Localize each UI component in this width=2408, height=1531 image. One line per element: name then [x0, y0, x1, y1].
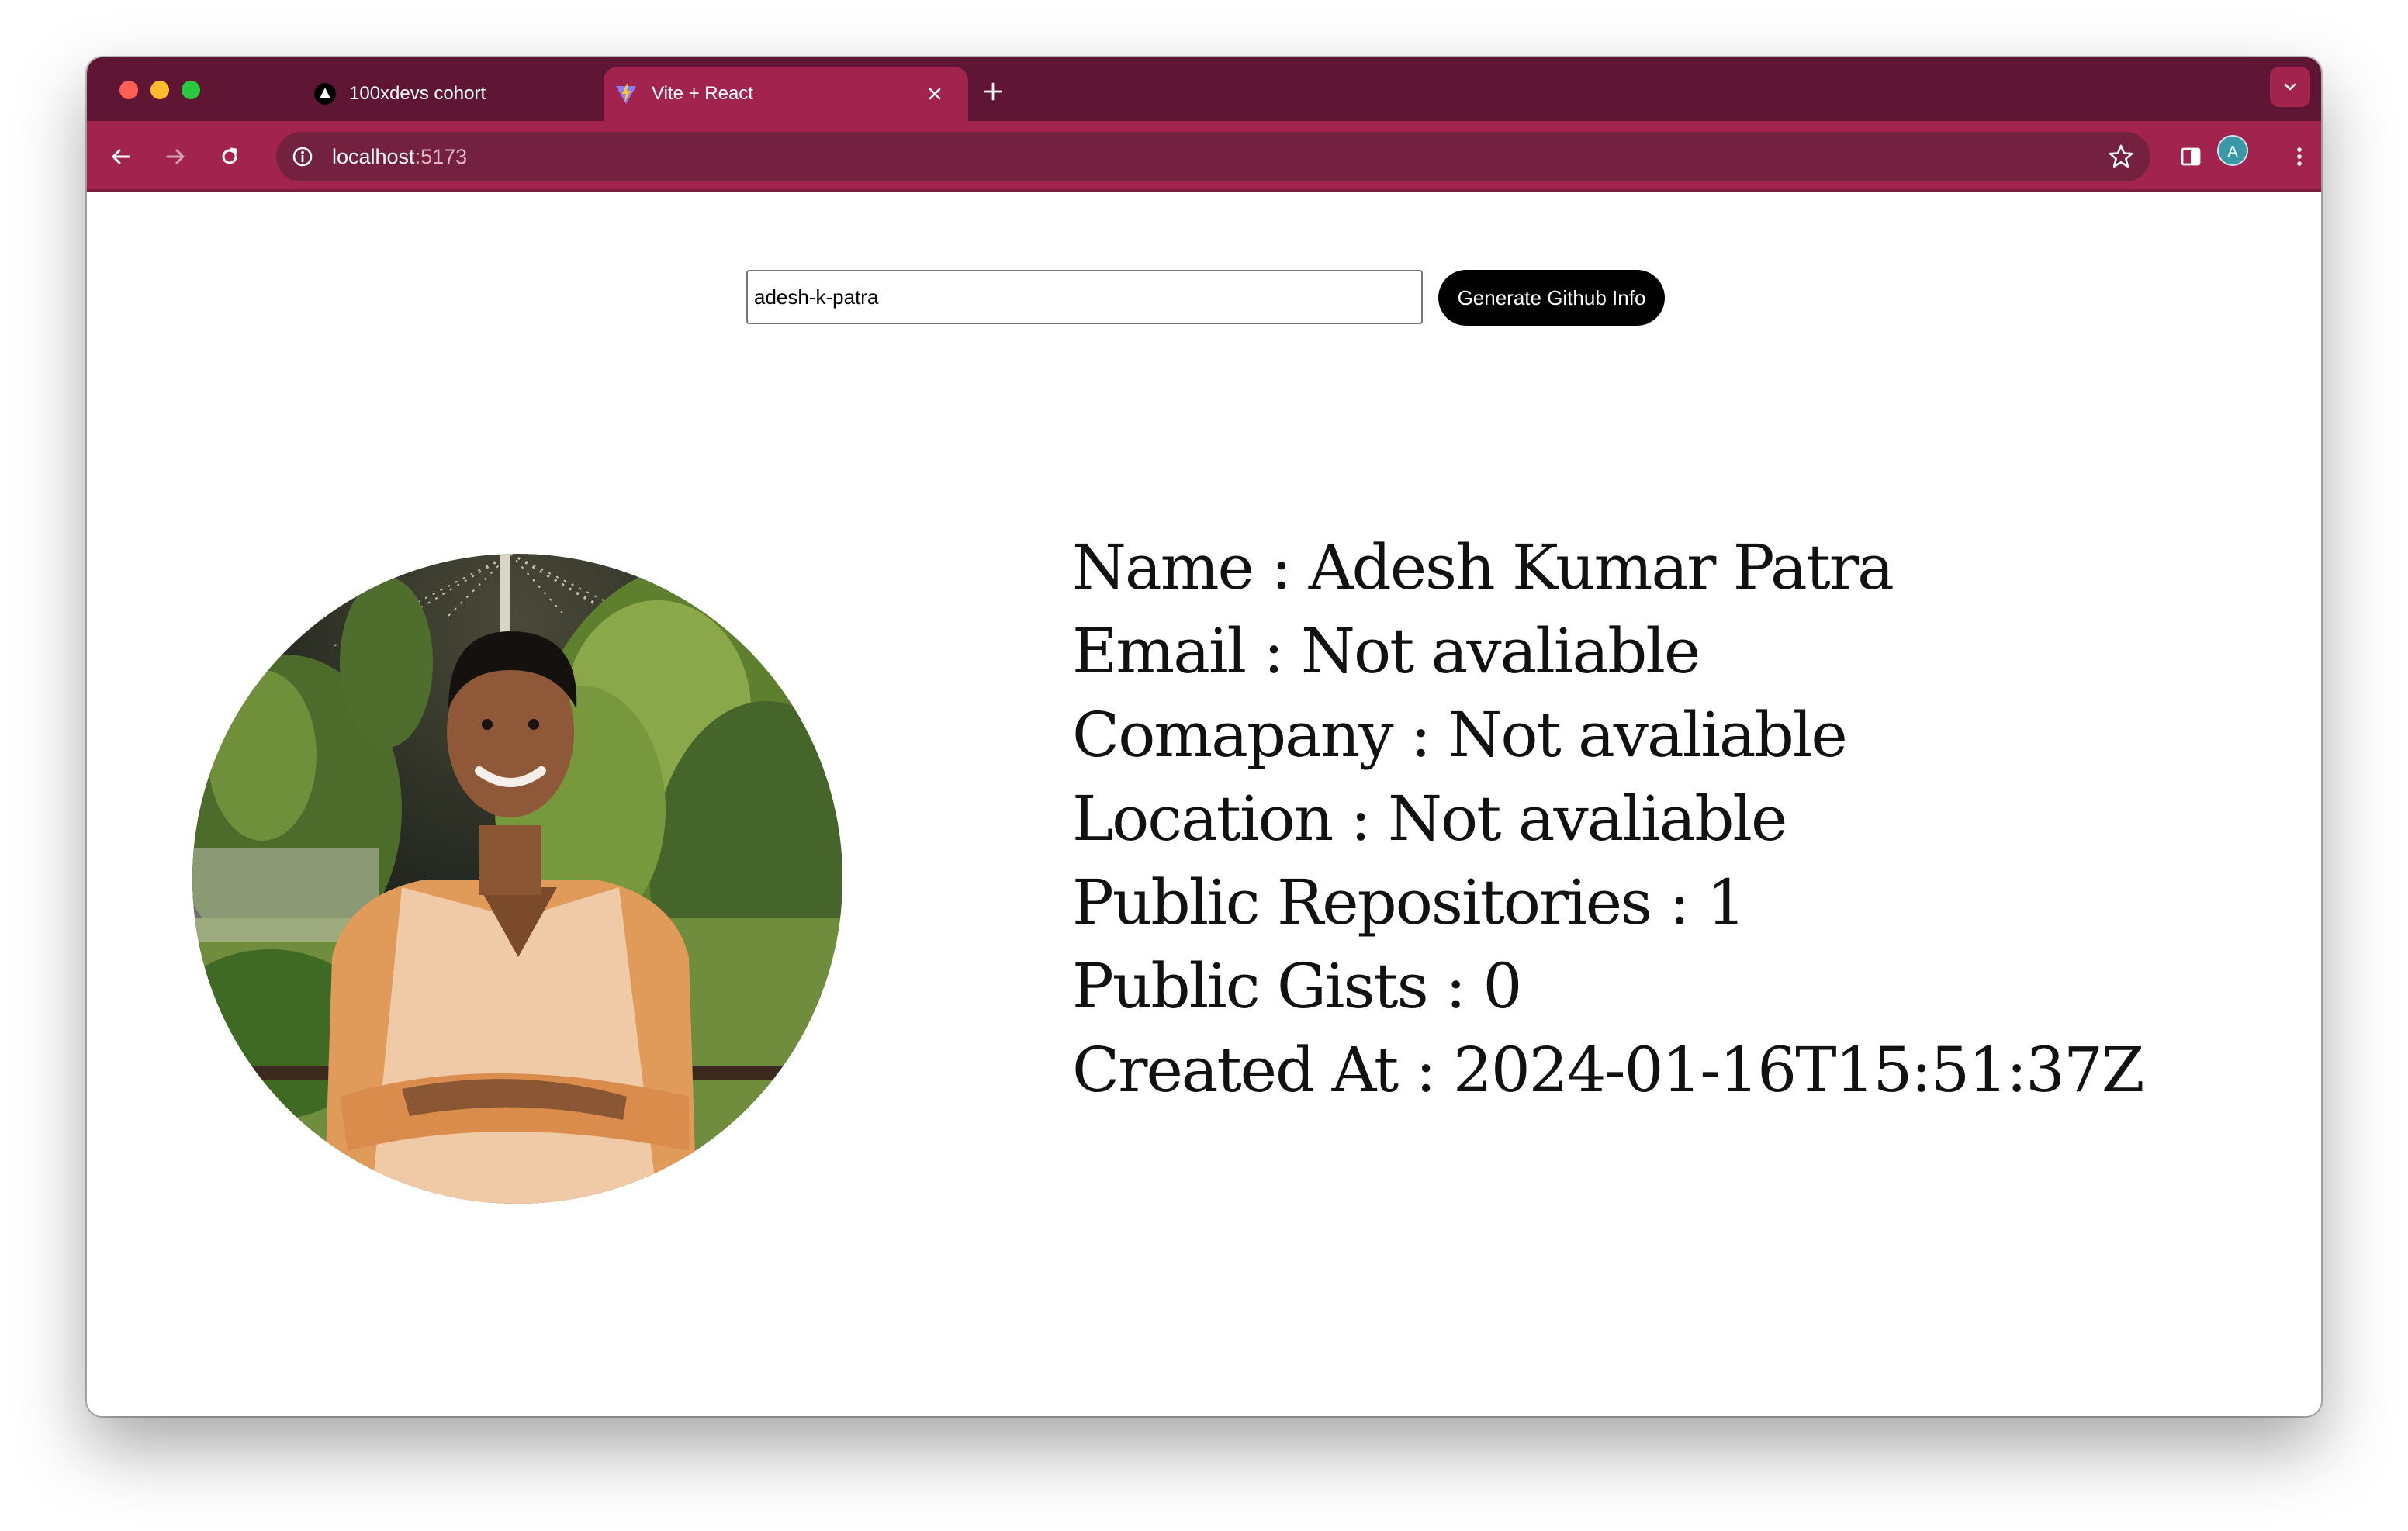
- side-panel-icon: [2181, 147, 2201, 166]
- profile-avatar[interactable]: A: [2217, 135, 2248, 166]
- vite-logo-icon: [614, 82, 638, 105]
- page-content: Generate Github Info: [87, 192, 2321, 1416]
- close-window-button[interactable]: [119, 81, 138, 99]
- tab-vite-react[interactable]: Vite + React: [604, 67, 968, 121]
- profile-email: Email : Not avaliable: [1072, 615, 1700, 687]
- profile-company: Comapany : Not avaliable: [1072, 699, 1848, 771]
- minimize-window-button[interactable]: [150, 81, 169, 99]
- github-info-list: Name : Adesh Kumar Patra Email : Not ava…: [1072, 526, 2144, 1112]
- profile-public-gists: Public Gists : 0: [1072, 950, 1522, 1022]
- back-button[interactable]: [101, 137, 141, 177]
- profile-name: Name : Adesh Kumar Patra: [1072, 531, 1894, 603]
- profile-public-repos: Public Repositories : 1: [1072, 866, 1746, 938]
- url-port: :5173: [414, 145, 468, 168]
- tab-search-button[interactable]: [2270, 67, 2310, 107]
- generate-github-info-button[interactable]: Generate Github Info: [1438, 270, 1665, 326]
- profile-location: Location : Not avaliable: [1072, 783, 1787, 855]
- profile-photo: [192, 554, 842, 1204]
- tab-title: Vite + React: [652, 83, 753, 104]
- browser-window: 100xdevs cohort Vite + React localhost:5…: [87, 57, 2321, 1416]
- address-bar[interactable]: localhost:5173: [276, 132, 2150, 181]
- tab-strip: 100xdevs cohort Vite + React: [87, 57, 2321, 121]
- profile-created-at: Created At : 2024-01-16T15:51:37Z: [1072, 1034, 2144, 1106]
- site-info-icon[interactable]: [289, 143, 317, 171]
- arrow-right-icon: [166, 149, 185, 164]
- reload-button[interactable]: [209, 137, 250, 177]
- arrow-left-icon: [112, 149, 130, 164]
- url-host: localhost: [332, 145, 415, 168]
- chevron-down-icon: [2284, 83, 2296, 91]
- maximize-window-button[interactable]: [182, 81, 200, 99]
- reload-icon: [222, 147, 237, 164]
- address-url: localhost:5173: [332, 145, 467, 168]
- close-icon[interactable]: [922, 81, 948, 107]
- triangle-logo-icon: [313, 82, 337, 105]
- side-panel-button[interactable]: [2171, 137, 2211, 177]
- browser-menu-button[interactable]: [2279, 137, 2320, 177]
- forward-button[interactable]: [155, 137, 195, 177]
- profile-photo-image: [192, 554, 842, 1204]
- plus-icon: [984, 82, 1002, 101]
- bookmark-star-icon[interactable]: [2105, 141, 2136, 172]
- browser-toolbar: localhost:5173: [87, 121, 2321, 192]
- username-input[interactable]: [746, 270, 1423, 324]
- more-vertical-icon: [2297, 147, 2302, 166]
- tab-title: 100xdevs cohort: [349, 83, 486, 104]
- new-tab-button[interactable]: [977, 76, 1009, 107]
